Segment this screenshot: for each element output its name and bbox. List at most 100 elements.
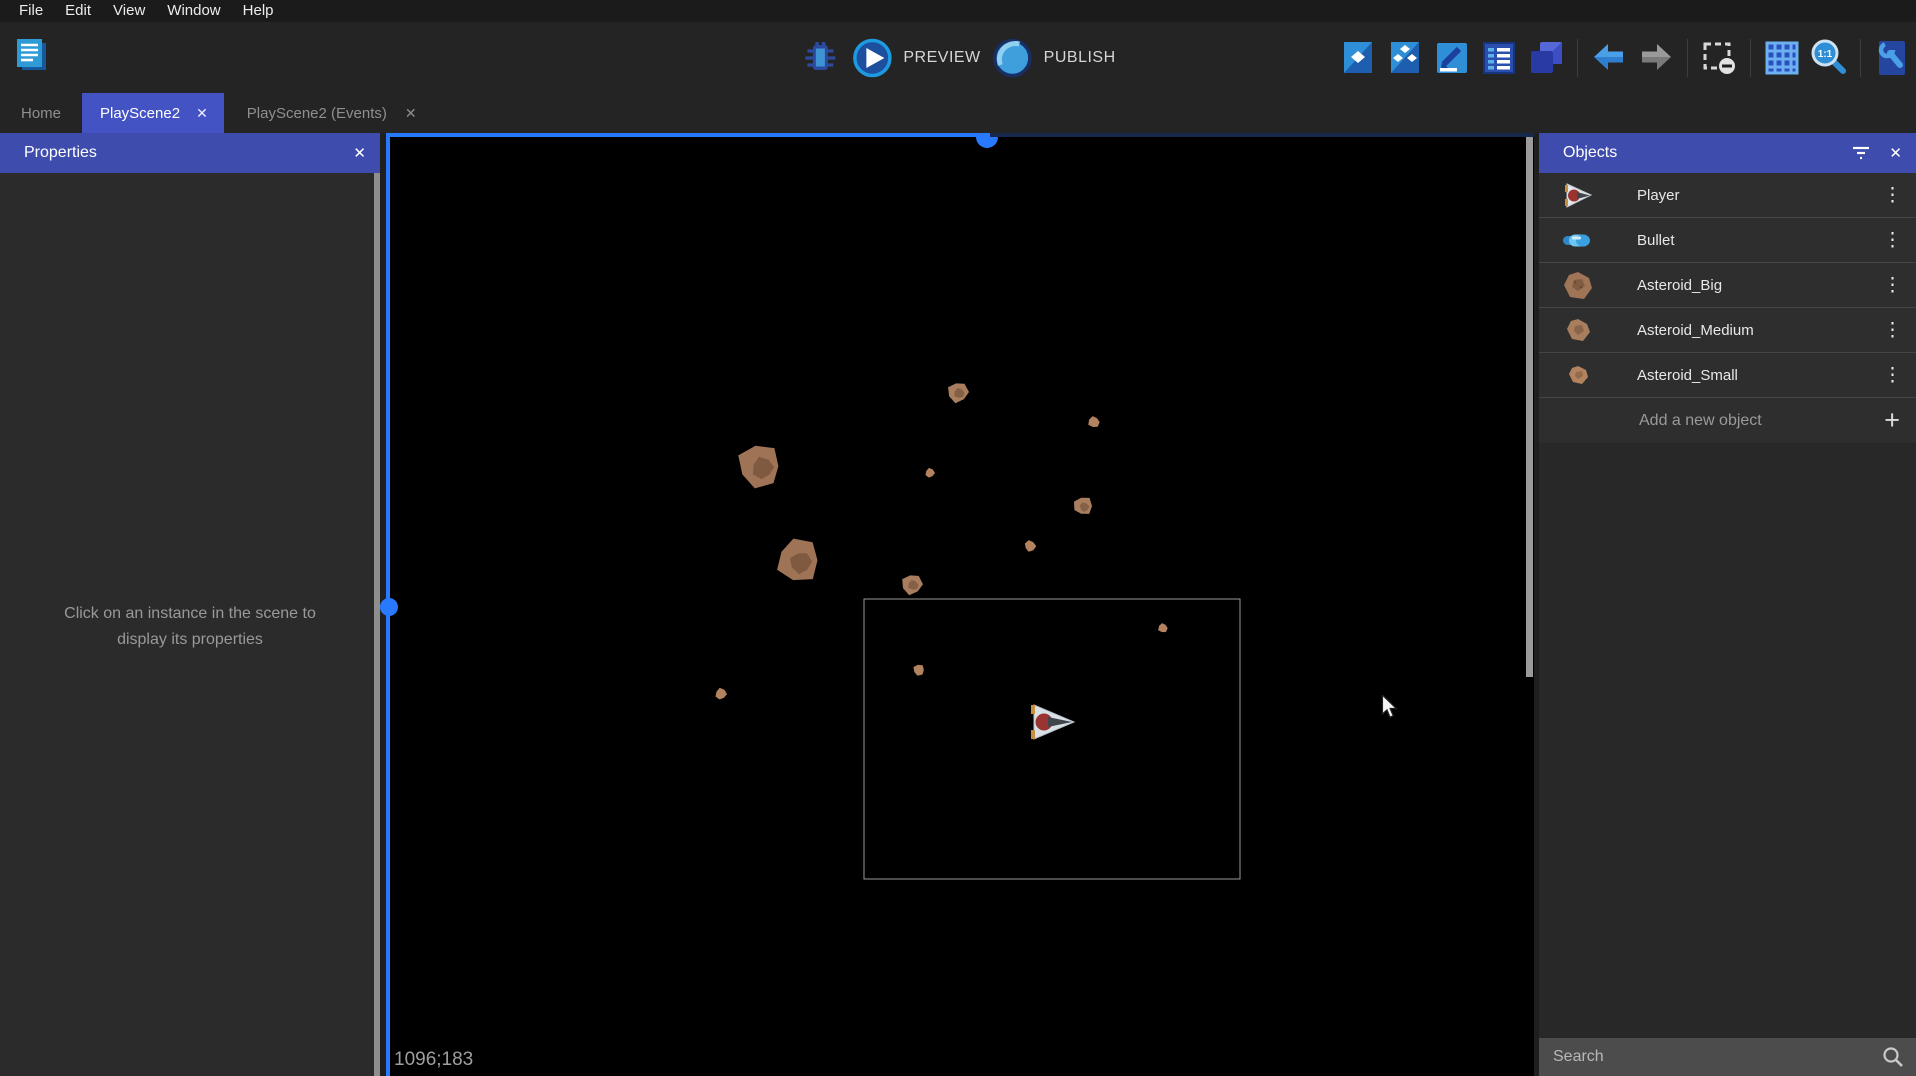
tab-playscene2[interactable]: PlayScene2 ✕ — [82, 93, 224, 133]
tab-playscene2-events[interactable]: PlayScene2 (Events) ✕ — [227, 93, 433, 133]
main-area: Properties ✕ Click on an instance in the… — [0, 133, 1916, 1076]
object-name: Asteroid_Medium — [1637, 322, 1754, 339]
grid-button[interactable] — [1762, 36, 1802, 80]
preview-play-icon — [850, 36, 894, 80]
scene-properties-button[interactable] — [1338, 36, 1378, 80]
object-menu-icon[interactable]: ⋮ — [1883, 184, 1902, 207]
objects-panel-header: Objects ✕ — [1539, 133, 1916, 173]
mouse-cursor — [1381, 695, 1399, 724]
canvas-vertical-scrollbar[interactable] — [1526, 137, 1533, 677]
layers-button[interactable] — [1526, 36, 1566, 80]
menu-view[interactable]: View — [102, 0, 156, 22]
object-row-bullet[interactable]: Bullet ⋮ — [1539, 218, 1916, 263]
project-manager-button[interactable] — [10, 34, 54, 78]
tab-close-icon[interactable]: ✕ — [196, 106, 208, 120]
player-ship-instance[interactable] — [1031, 705, 1074, 739]
clear-selection-button[interactable] — [1699, 36, 1739, 80]
search-icon — [1882, 1046, 1904, 1068]
menu-window[interactable]: Window — [156, 0, 231, 22]
properties-hint-text: Click on an instance in the scene to dis… — [0, 601, 380, 654]
objects-panel-title: Objects — [1563, 144, 1617, 162]
publish-label: PUBLISH — [1044, 49, 1116, 67]
instances-list-icon — [1479, 38, 1519, 78]
asteroid-big-icon — [1561, 270, 1595, 301]
asteroid-instance-small[interactable] — [1088, 416, 1099, 427]
close-icon[interactable]: ✕ — [353, 144, 366, 162]
object-menu-icon[interactable]: ⋮ — [1883, 319, 1902, 342]
properties-panel-header: Properties ✕ — [0, 133, 380, 173]
properties-panel-title: Properties — [24, 144, 97, 162]
scene-settings-button[interactable] — [1872, 36, 1912, 80]
gdevelop-window: File Edit View Window Help — [0, 0, 1916, 1076]
toolbar: PREVIEW PUBLISH — [0, 22, 1916, 93]
asteroid-instance-small[interactable] — [1158, 623, 1168, 632]
deselect-icon — [1699, 38, 1739, 78]
menu-help[interactable]: Help — [232, 0, 285, 22]
scene-canvas[interactable]: 1096;183 — [386, 133, 1534, 1076]
asteroid-instance-small[interactable] — [1025, 540, 1036, 552]
redo-icon — [1636, 38, 1676, 78]
camera-border-rect — [864, 599, 1240, 879]
undo-button[interactable] — [1589, 36, 1629, 80]
menu-file[interactable]: File — [8, 0, 54, 22]
properties-scrollbar[interactable] — [374, 173, 380, 1076]
svg-text:1:1: 1:1 — [1818, 49, 1833, 60]
asteroid-instance-small[interactable] — [913, 665, 923, 676]
wrench-icon — [1872, 38, 1912, 78]
object-name: Player — [1637, 187, 1680, 204]
bullet-icon — [1561, 230, 1595, 250]
asteroid-small-icon — [1561, 364, 1595, 386]
zoom-reset-button[interactable]: 1:1 — [1809, 36, 1849, 80]
menu-bar: File Edit View Window Help — [0, 0, 1916, 22]
objects-list-button[interactable] — [1385, 36, 1425, 80]
player-ship-icon — [1561, 182, 1595, 209]
publish-globe-icon — [991, 36, 1035, 80]
objects-search-bar — [1539, 1038, 1916, 1076]
undo-icon — [1589, 38, 1629, 78]
grid-icon — [1762, 38, 1802, 78]
object-menu-icon[interactable]: ⋮ — [1883, 274, 1902, 297]
object-menu-icon[interactable]: ⋮ — [1883, 229, 1902, 252]
object-menu-icon[interactable]: ⋮ — [1883, 364, 1902, 387]
object-row-asteroid-medium[interactable]: Asteroid_Medium ⋮ — [1539, 308, 1916, 353]
toolbar-separator — [1687, 39, 1688, 77]
add-object-label: Add a new object — [1639, 412, 1762, 430]
panel-resize-handle-left[interactable] — [380, 598, 398, 616]
tab-home[interactable]: Home — [0, 93, 82, 133]
instances-list-button[interactable] — [1479, 36, 1519, 80]
search-input[interactable] — [1553, 1048, 1882, 1066]
asteroid-instance-small[interactable] — [926, 468, 936, 478]
toolbar-separator — [1860, 39, 1861, 77]
scene-render — [386, 133, 1534, 1076]
edit-pencil-icon — [1432, 38, 1472, 78]
scene-properties-icon — [1338, 38, 1378, 78]
redo-button[interactable] — [1636, 36, 1676, 80]
object-row-asteroid-small[interactable]: Asteroid_Small ⋮ — [1539, 353, 1916, 398]
filter-button[interactable] — [1851, 144, 1871, 162]
object-name: Asteroid_Big — [1637, 277, 1722, 294]
object-row-asteroid-big[interactable]: Asteroid_Big ⋮ — [1539, 263, 1916, 308]
objects-list-icon — [1385, 38, 1425, 78]
preview-label: PREVIEW — [903, 49, 980, 67]
close-icon[interactable]: ✕ — [1889, 144, 1902, 162]
debug-bug-icon — [800, 37, 840, 79]
plus-icon[interactable]: + — [1884, 407, 1900, 434]
edit-scene-button[interactable] — [1432, 36, 1472, 80]
object-row-player[interactable]: Player ⋮ — [1539, 173, 1916, 218]
debugger-button[interactable] — [800, 36, 840, 80]
asteroid-medium-icon — [1561, 317, 1595, 343]
publish-button[interactable]: PUBLISH — [991, 36, 1116, 80]
add-object-row[interactable]: Add a new object + — [1539, 398, 1916, 443]
object-name: Bullet — [1637, 232, 1675, 249]
asteroid-instance-small[interactable] — [716, 688, 728, 700]
preview-button[interactable]: PREVIEW — [850, 36, 980, 80]
canvas-top-border — [386, 133, 1534, 137]
objects-panel: Objects ✕ — [1539, 133, 1916, 1076]
tab-close-icon[interactable]: ✕ — [405, 106, 417, 120]
filter-icon — [1851, 144, 1871, 162]
menu-edit[interactable]: Edit — [54, 0, 102, 22]
tab-label: Home — [21, 105, 61, 122]
tab-bar: Home PlayScene2 ✕ PlayScene2 (Events) ✕ — [0, 93, 1916, 133]
layers-icon — [1526, 38, 1566, 78]
zoom-1-1-icon: 1:1 — [1809, 38, 1849, 78]
